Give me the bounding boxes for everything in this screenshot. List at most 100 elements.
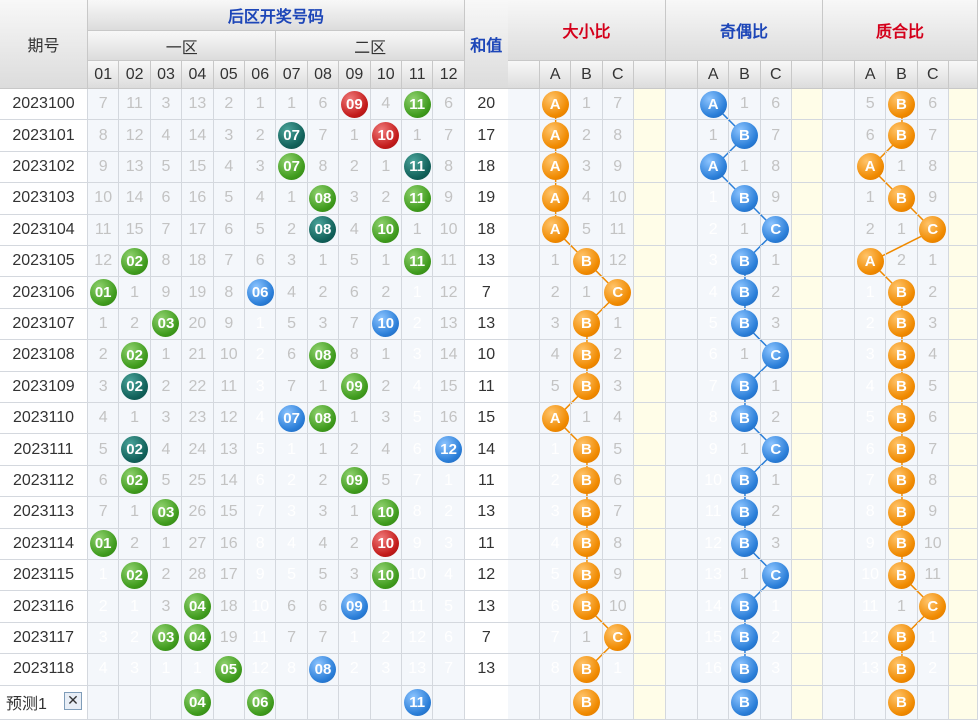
number-cell: 1 xyxy=(307,434,340,466)
number-cell: 3 xyxy=(150,89,183,121)
number-cell: 11 xyxy=(402,183,434,215)
close-icon[interactable]: ✕ xyxy=(64,691,82,710)
ratio-cell: 3 xyxy=(760,308,792,341)
predict-number-cell[interactable]: 06 xyxy=(245,685,277,720)
number-cell: 3 xyxy=(150,591,183,623)
predict-number-ball[interactable]: 04 xyxy=(183,688,211,716)
predict-ratio-cell[interactable]: B xyxy=(571,685,603,720)
sum-cell: 11 xyxy=(464,465,509,498)
ratio-hit-ball: B xyxy=(730,247,758,275)
ratio-cell: B xyxy=(886,434,918,466)
ratio-spacer xyxy=(508,183,540,215)
predict-number-cell[interactable] xyxy=(370,685,402,720)
ratio-cell: B xyxy=(729,591,761,623)
ratio-spacer xyxy=(666,528,698,560)
ratio-streak-cell: 7 xyxy=(855,465,887,498)
ratio-cell: 1 xyxy=(729,214,761,246)
streak-count-cell: 3 xyxy=(402,340,434,372)
ratio-hit-ball: B xyxy=(730,373,758,401)
predict-ratio-ball[interactable]: B xyxy=(887,688,915,716)
trend-chart: 期号 后区开奖号码 一区 二区 01 02 03 04 05 06 07 08 09 10 11 12 和值 大小… xyxy=(0,0,978,720)
predict-number-cell[interactable] xyxy=(339,685,371,720)
predict-ratio-ball[interactable]: B xyxy=(730,688,758,716)
ratio-cell: A xyxy=(855,151,887,184)
predict-ratio-cell[interactable] xyxy=(855,685,887,720)
ratio-spacer xyxy=(508,560,540,592)
header-abc-c: C xyxy=(602,61,634,89)
predict-number-cell[interactable] xyxy=(119,685,151,720)
ratio-spacer xyxy=(823,591,855,623)
period-cell: 2023116 xyxy=(0,591,88,623)
drawn-number-ball: 08 xyxy=(309,184,337,212)
ratio-spacer xyxy=(508,340,540,372)
ratio-spacer xyxy=(823,308,855,341)
streak-count-cell: 1 xyxy=(276,434,308,466)
ratio-tail xyxy=(791,497,823,529)
predict-ratio-cell[interactable] xyxy=(602,685,634,720)
ratio-spacer xyxy=(823,340,855,372)
number-cell: 03 xyxy=(150,497,183,529)
number-cell: 3 xyxy=(339,560,371,592)
streak-count-cell: 6 xyxy=(402,434,434,466)
sum-cell: 13 xyxy=(464,497,509,529)
number-cell: 2 xyxy=(370,277,402,309)
period-cell: 2023110 xyxy=(0,403,88,435)
number-cell: 15 xyxy=(182,151,214,184)
drawn-number-ball: 02 xyxy=(121,247,149,275)
predict-number-cell[interactable]: 11 xyxy=(402,685,434,720)
predict-number-cell[interactable] xyxy=(307,685,340,720)
ratio-cell: B xyxy=(571,497,603,529)
ratio-cell: 1 xyxy=(571,622,603,655)
predict-ratio-cell[interactable] xyxy=(760,685,792,720)
ratio-hit-ball: A xyxy=(541,404,569,432)
predict-number-cell[interactable] xyxy=(150,685,183,720)
number-cell: 07 xyxy=(276,151,308,184)
predict-number-ball[interactable]: 11 xyxy=(403,688,431,716)
streak-count-cell: 9 xyxy=(245,560,277,592)
number-cell: 3 xyxy=(150,403,183,435)
predict-ratio-cell[interactable] xyxy=(698,685,730,720)
number-cell: 1 xyxy=(370,151,402,184)
number-cell: 11 xyxy=(88,214,120,246)
predict-number-cell[interactable] xyxy=(276,685,308,720)
number-cell: 8 xyxy=(150,246,183,278)
ratio-spacer xyxy=(666,340,698,372)
number-cell: 4 xyxy=(150,434,183,466)
number-cell: 6 xyxy=(307,591,340,623)
number-cell: 01 xyxy=(88,277,120,309)
predict-number-cell[interactable] xyxy=(213,685,245,720)
number-cell: 9 xyxy=(433,183,465,215)
ratio-hit-ball: B xyxy=(730,467,758,495)
ratio-streak-cell: 7 xyxy=(698,371,730,403)
number-cell: 10 xyxy=(88,183,120,215)
ratio-tail xyxy=(633,340,666,372)
predict-ratio-cell[interactable] xyxy=(540,685,572,720)
number-cell: 1 xyxy=(150,340,183,372)
ratio-cell: 2 xyxy=(760,497,792,529)
drawn-number-ball: 09 xyxy=(340,593,368,621)
header-prime-ratio: 质合比 xyxy=(823,0,978,61)
predict-number-cell[interactable]: 04 xyxy=(182,685,214,720)
number-cell: 01 xyxy=(88,528,120,560)
predict-ratio-cell[interactable]: B xyxy=(729,685,761,720)
ratio-tail xyxy=(633,214,666,246)
predict-number-cell[interactable] xyxy=(88,685,120,720)
sum-cell: 18 xyxy=(464,214,509,246)
ratio-cell: 9 xyxy=(917,183,949,215)
predict-ratio-cell[interactable] xyxy=(917,685,949,720)
ratio-streak-cell: 7 xyxy=(540,622,572,655)
number-cell: 07 xyxy=(276,403,308,435)
predict-number-cell[interactable] xyxy=(433,685,465,720)
number-cell: 2 xyxy=(307,465,340,498)
predict-ratio-cell[interactable]: B xyxy=(886,685,918,720)
predict-ratio-ball[interactable]: B xyxy=(572,688,600,716)
header-abc-tail xyxy=(948,61,978,89)
ratio-spacer xyxy=(823,371,855,403)
predict-number-ball[interactable]: 06 xyxy=(246,688,274,716)
streak-count-cell: 5 xyxy=(402,403,434,435)
number-cell: 06 xyxy=(245,277,277,309)
ratio-cell: 8 xyxy=(917,151,949,184)
streak-count-cell: 4 xyxy=(402,371,434,403)
number-cell: 8 xyxy=(213,277,245,309)
ratio-spacer xyxy=(508,308,540,341)
